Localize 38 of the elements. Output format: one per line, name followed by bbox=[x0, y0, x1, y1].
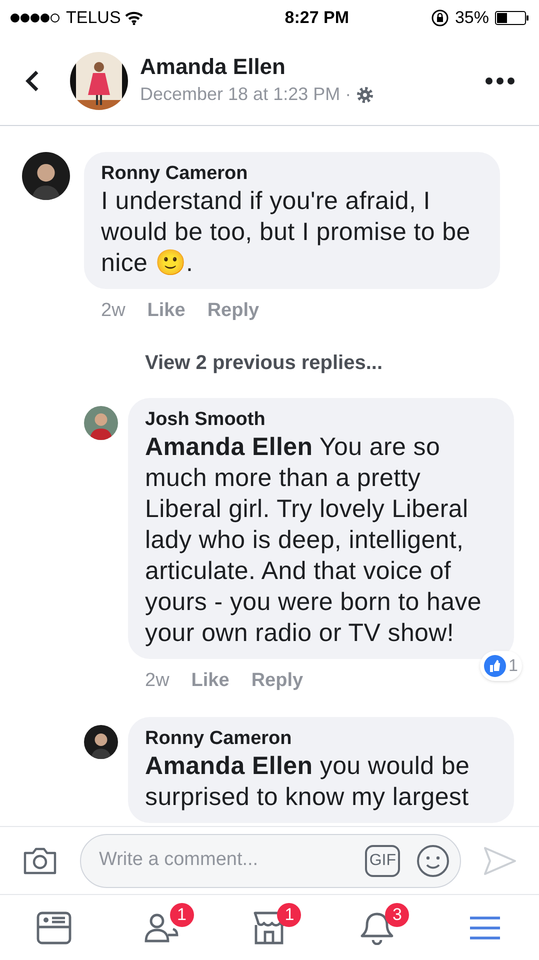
commenter-name[interactable]: Josh Smooth bbox=[145, 408, 486, 432]
comment-text: I understand if you're afraid, I would be too, but I promise to be nice 🙂. bbox=[101, 186, 472, 279]
more-options-icon[interactable] bbox=[485, 76, 515, 84]
reaction-count-badge[interactable]: 1 bbox=[480, 651, 522, 680]
carrier-name: TELUS bbox=[66, 7, 121, 30]
emoji-icon[interactable] bbox=[416, 844, 450, 878]
comment-action-link[interactable]: Like bbox=[147, 297, 186, 326]
clock-time: 8:27 PM bbox=[284, 7, 349, 30]
signal-icon bbox=[10, 13, 62, 23]
notification-badge: 1 bbox=[277, 902, 302, 926]
notification-badge: 1 bbox=[170, 902, 194, 926]
back-icon[interactable] bbox=[24, 68, 40, 92]
comment-text: Amanda Ellen you would be surprised to know my largest bbox=[145, 751, 471, 813]
rotation-lock-icon bbox=[430, 9, 449, 27]
comment-action-link[interactable]: Reply bbox=[251, 666, 304, 695]
comment-text: Amanda Ellen You are so much more than a pretty Liberal girl. Try lovely Liberal lady who is deep, intelligent, articulate. And that voice of yours - you were born to have your own radio or TV show! bbox=[145, 432, 483, 648]
camera-icon[interactable] bbox=[22, 846, 58, 876]
comment-time: 2w bbox=[101, 299, 126, 323]
wifi-icon bbox=[124, 11, 143, 25]
comment-time: 2w bbox=[145, 668, 170, 692]
separator-dot: · bbox=[345, 83, 352, 106]
comment-field[interactable]: Write a comment... GIF bbox=[80, 834, 461, 888]
view-replies-link[interactable]: View 2 previous replies... bbox=[145, 348, 383, 378]
avatar[interactable] bbox=[22, 152, 70, 200]
battery-percentage: 35% bbox=[454, 7, 489, 30]
author-name[interactable]: Amanda Ellen bbox=[140, 53, 374, 81]
comment-action-link[interactable]: Reply bbox=[207, 297, 260, 326]
gif-button[interactable]: GIF bbox=[365, 844, 400, 876]
gear-icon bbox=[356, 86, 374, 104]
post-date: December 18 at 1:23 PM bbox=[140, 83, 340, 106]
commenter-name[interactable]: Ronny Cameron bbox=[145, 727, 486, 751]
battery-icon bbox=[494, 11, 529, 25]
news-feed-icon[interactable] bbox=[36, 910, 72, 944]
notification-badge: 3 bbox=[385, 902, 410, 926]
menu-icon[interactable] bbox=[469, 914, 502, 940]
avatar[interactable] bbox=[84, 725, 118, 759]
commenter-name[interactable]: Ronny Cameron bbox=[101, 162, 472, 186]
comment-action-link[interactable]: Like bbox=[191, 666, 230, 695]
